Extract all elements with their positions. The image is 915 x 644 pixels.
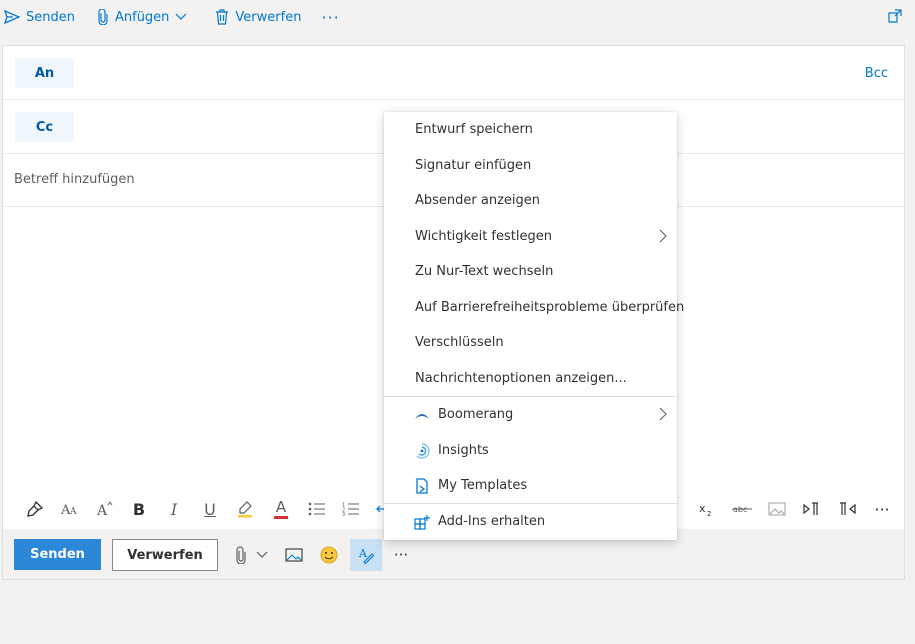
- underline-button[interactable]: U: [196, 489, 224, 529]
- paperclip-icon: [236, 546, 246, 564]
- attach-dropdown-button[interactable]: [253, 539, 271, 571]
- popout-button[interactable]: [887, 8, 903, 28]
- menu-item-my-templates[interactable]: My Templates: [384, 468, 677, 503]
- menu-item-label: Insights: [438, 443, 489, 458]
- insights-icon: [413, 442, 431, 460]
- editor-pen-icon: A: [358, 547, 375, 564]
- font-color-bar: [274, 515, 288, 519]
- numbered-list-icon: 123: [342, 503, 359, 516]
- highlight-button[interactable]: [231, 489, 259, 529]
- editor-button[interactable]: A: [350, 539, 382, 571]
- svg-text:A: A: [69, 507, 77, 517]
- svg-text:3: 3: [342, 512, 345, 516]
- chevron-down-icon: [175, 13, 187, 20]
- highlighter-icon: [238, 501, 252, 518]
- menu-item-boomerang[interactable]: Boomerang: [384, 397, 677, 432]
- trash-icon: [216, 9, 229, 25]
- command-bar: Senden Anfügen Verwerfen ···: [0, 0, 915, 34]
- menu-item-plain-text[interactable]: Zu Nur-Text wechseln: [384, 254, 677, 289]
- subscript-icon: x2: [699, 502, 711, 517]
- font-color-label: A: [275, 497, 287, 516]
- font-size-icon: AA: [61, 503, 77, 517]
- svg-text:2: 2: [707, 510, 711, 517]
- left-to-right-icon: [803, 502, 818, 515]
- grow-font-icon: A: [96, 501, 113, 517]
- paperclip-icon: [98, 9, 108, 25]
- chevron-right-icon: [659, 407, 667, 421]
- menu-item-label: Signatur einfügen: [415, 158, 532, 173]
- menu-item-label: Add-Ins erhalten: [438, 514, 546, 529]
- menu-item-insights[interactable]: Insights: [384, 433, 677, 468]
- cc-button[interactable]: Cc: [15, 112, 74, 142]
- svg-text:A: A: [358, 547, 368, 560]
- send-icon: [4, 10, 20, 24]
- menu-item-encrypt[interactable]: Verschlüsseln: [384, 325, 677, 360]
- format-painter-button[interactable]: [21, 489, 49, 529]
- menu-item-label: Entwurf speichern: [415, 122, 533, 137]
- templates-icon: [413, 477, 431, 495]
- ltr-button[interactable]: [798, 489, 826, 529]
- menu-item-insert-signature[interactable]: Signatur einfügen: [384, 148, 677, 183]
- bcc-button[interactable]: Bcc: [865, 66, 888, 81]
- rtl-button[interactable]: [833, 489, 861, 529]
- attach-command[interactable]: Anfügen: [97, 9, 193, 25]
- more-options-menu: Entwurf speichern Signatur einfügen Abse…: [384, 112, 684, 540]
- menu-item-message-options[interactable]: Nachrichtenoptionen anzeigen...: [384, 361, 677, 396]
- strikethrough-button[interactable]: abc: [728, 489, 756, 529]
- insert-picture-inline-button[interactable]: [763, 489, 791, 529]
- menu-item-label: Zu Nur-Text wechseln: [415, 264, 554, 279]
- svg-text:A: A: [96, 503, 108, 517]
- chevron-down-icon: [256, 551, 268, 558]
- emoji-button[interactable]: [317, 539, 341, 571]
- image-icon: [768, 502, 786, 516]
- menu-item-label: Auf Barrierefreiheitsprobleme überprüfen: [415, 300, 685, 315]
- chevron-right-icon: [659, 229, 667, 243]
- menu-item-label: Wichtigkeit festlegen: [415, 229, 552, 244]
- menu-item-label: My Templates: [438, 478, 528, 493]
- emoji-icon: [320, 546, 338, 564]
- bold-button[interactable]: B: [125, 489, 153, 529]
- bullets-button[interactable]: [303, 489, 331, 529]
- popout-icon: [888, 9, 902, 23]
- menu-item-label: Boomerang: [438, 407, 514, 422]
- to-row: An Bcc: [3, 46, 904, 100]
- subject-input[interactable]: [14, 172, 374, 187]
- image-icon: [285, 548, 303, 562]
- svg-text:x: x: [699, 502, 706, 515]
- font-color-button[interactable]: A: [267, 489, 295, 529]
- more-commands-button[interactable]: ···: [321, 8, 339, 27]
- send-command-label: Senden: [26, 9, 75, 25]
- to-button[interactable]: An: [15, 58, 74, 88]
- strikethrough-icon: abc: [732, 505, 752, 514]
- add-ins-icon: [413, 513, 431, 531]
- attach-button[interactable]: [233, 539, 249, 571]
- menu-item-save-draft[interactable]: Entwurf speichern: [384, 112, 677, 147]
- numbering-button[interactable]: 123: [337, 489, 365, 529]
- more-formatting-button[interactable]: ···: [868, 489, 896, 529]
- more-actions-button[interactable]: ···: [389, 539, 413, 571]
- bullet-list-icon: [308, 502, 325, 516]
- menu-item-accessibility-check[interactable]: Auf Barrierefreiheitsprobleme überprüfen: [384, 290, 684, 325]
- right-to-left-icon: [840, 502, 856, 515]
- send-command[interactable]: Senden: [4, 10, 75, 25]
- subscript-button[interactable]: x2: [693, 489, 721, 529]
- menu-item-show-from[interactable]: Absender anzeigen: [384, 183, 677, 218]
- italic-button[interactable]: I: [160, 489, 188, 529]
- menu-item-label: Verschlüsseln: [415, 335, 504, 350]
- discard-command-label: Verwerfen: [235, 9, 302, 25]
- grow-font-button[interactable]: A: [91, 489, 119, 529]
- menu-item-get-addins[interactable]: Add-Ins erhalten: [384, 504, 677, 539]
- send-button[interactable]: Senden: [14, 539, 101, 570]
- menu-item-label: Nachrichtenoptionen anzeigen...: [415, 371, 627, 386]
- paintbrush-icon: [27, 500, 44, 517]
- discard-command[interactable]: Verwerfen: [215, 9, 301, 25]
- boomerang-icon: [413, 406, 431, 424]
- font-size-button[interactable]: AA: [56, 489, 84, 529]
- attach-command-label: Anfügen: [114, 9, 170, 25]
- insert-picture-button[interactable]: [282, 539, 306, 571]
- menu-item-label: Absender anzeigen: [415, 193, 541, 208]
- discard-button[interactable]: Verwerfen: [112, 539, 218, 571]
- menu-item-set-importance[interactable]: Wichtigkeit festlegen: [384, 219, 677, 254]
